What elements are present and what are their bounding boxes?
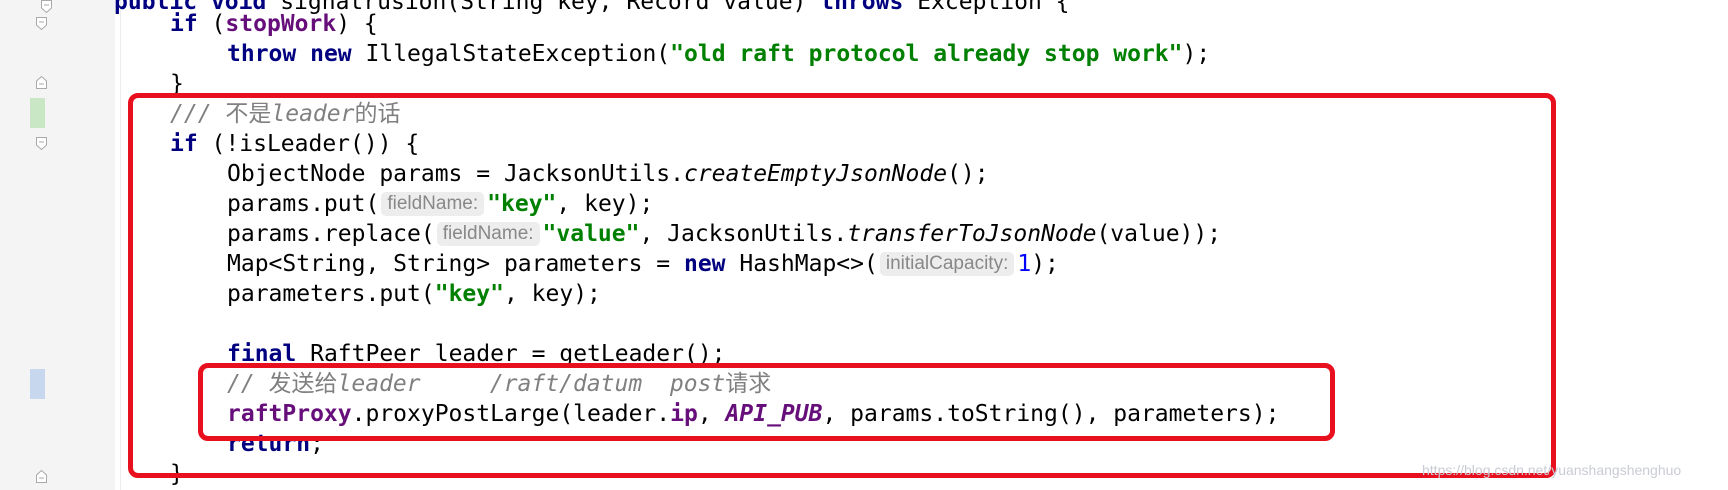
keyword: throws <box>820 0 904 15</box>
watermark: https://blog.csdn.net/yuanshangshenghuo <box>1422 462 1682 478</box>
code-text: ) { <box>336 11 378 37</box>
field-ref: stopWork <box>225 11 337 37</box>
keyword: if <box>170 11 198 37</box>
code-text: ( <box>197 11 226 37</box>
code-text: IllegalStateException( <box>351 41 671 67</box>
keyword: throw <box>227 41 297 67</box>
string-literal: "old raft protocol already stop work" <box>670 41 1183 67</box>
code-text: Exception { <box>903 0 1070 15</box>
keyword: new <box>310 41 352 67</box>
annotation-box-inner <box>198 363 1335 441</box>
code-text: ); <box>1182 41 1211 67</box>
code-line-throw: throw new IllegalStateException("old raf… <box>227 39 1210 69</box>
code-line-if-stopwork: if (stopWork) { <box>170 9 378 39</box>
